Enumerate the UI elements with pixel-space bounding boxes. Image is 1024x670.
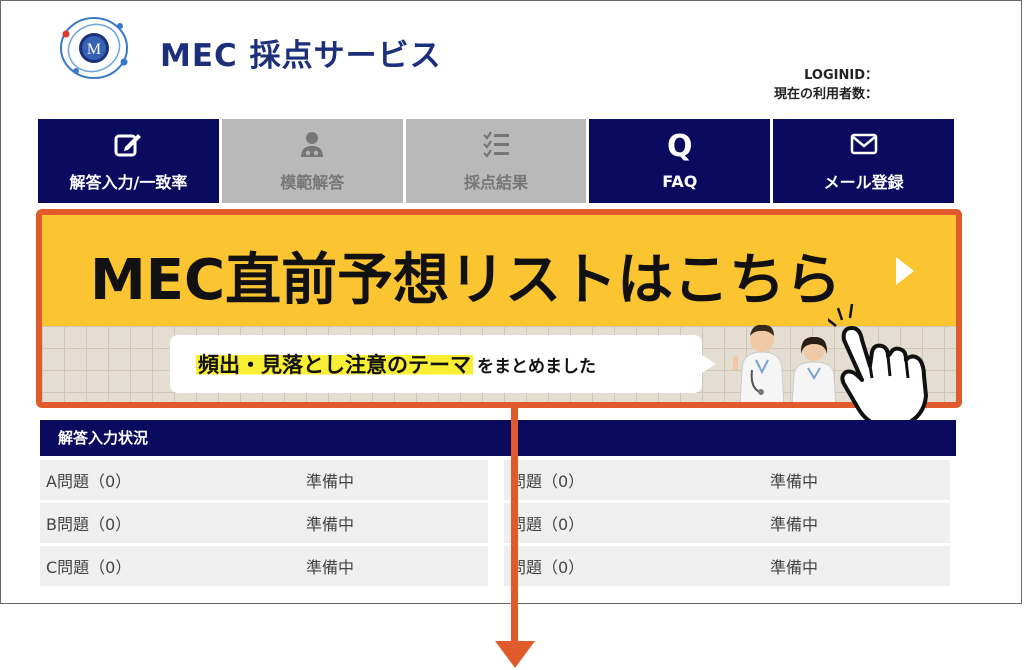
main-nav: 解答入力/一致率 模範解答 採点結果 Q FAQ メール登録 [38,119,954,203]
login-info: LOGINID： 現在の利用者数： [774,66,878,104]
doctor-icon [301,132,324,157]
problem-status: 準備中 [770,558,819,577]
nav-label: 解答入力/一致率 [69,173,188,192]
status-row: 問題（0） 準備中 [504,460,950,500]
problem-status: 準備中 [306,472,355,491]
nav-scoring-result[interactable]: 採点結果 [405,119,587,203]
speech-tail [702,355,716,373]
nav-label: 模範解答 [280,173,345,192]
current-users-label: 現在の利用者数： [773,87,878,102]
checklist-icon [483,131,509,158]
status-row: 問題（0） 準備中 [504,546,950,586]
nav-answer-input[interactable]: 解答入力/一致率 [38,119,219,203]
logo-letter: M [87,41,101,58]
nav-label: メール登録 [823,173,904,192]
problem-name: 問題（0） [510,472,585,491]
down-arrow-line [511,406,518,646]
arrow-down-icon [495,641,535,668]
chevron-right-icon [896,257,914,285]
q-icon: Q [667,128,693,164]
problem-status: 準備中 [770,515,819,534]
status-row: C問題（0） 準備中 [40,546,488,586]
nav-label: FAQ [662,171,698,191]
pointing-hand-icon [828,303,928,428]
mail-icon [850,133,877,155]
problem-name: 問題（0） [510,515,585,534]
brand-name: MEC 採点サービス [160,38,442,74]
forecast-list-banner[interactable]: MEC直前予想リストはこちら 頻出・見落とし注意のテーマ をまとめました [36,209,962,408]
status-row: A問題（0） 準備中 [40,460,488,500]
problem-name: A問題（0） [46,472,132,491]
status-row: B問題（0） 準備中 [40,503,488,543]
nav-model-answer[interactable]: 模範解答 [221,119,403,203]
login-id-label: LOGINID： [804,68,878,83]
banner-subtitle-rest: をまとめました [477,356,596,377]
banner-title: MEC直前予想リストはこちら [90,248,842,313]
mec-logo-icon[interactable]: M [58,14,130,82]
status-row: 問題（0） 準備中 [504,503,950,543]
problem-name: C問題（0） [46,558,132,577]
problem-status: 準備中 [306,558,355,577]
nav-label: 採点結果 [463,173,528,192]
problem-status: 準備中 [770,472,819,491]
banner-subtitle-highlight: 頻出・見落とし注意のテーマ [196,349,473,379]
banner-subtitle: 頻出・見落とし注意のテーマ をまとめました [170,335,702,393]
problem-name: 問題（0） [510,558,585,577]
problem-status: 準備中 [306,515,355,534]
nav-faq[interactable]: Q FAQ [589,119,771,203]
answer-status-header: 解答入力状況 [40,420,956,456]
edit-icon [114,134,142,157]
nav-mail-register[interactable]: メール登録 [773,119,954,203]
problem-name: B問題（0） [46,515,132,534]
